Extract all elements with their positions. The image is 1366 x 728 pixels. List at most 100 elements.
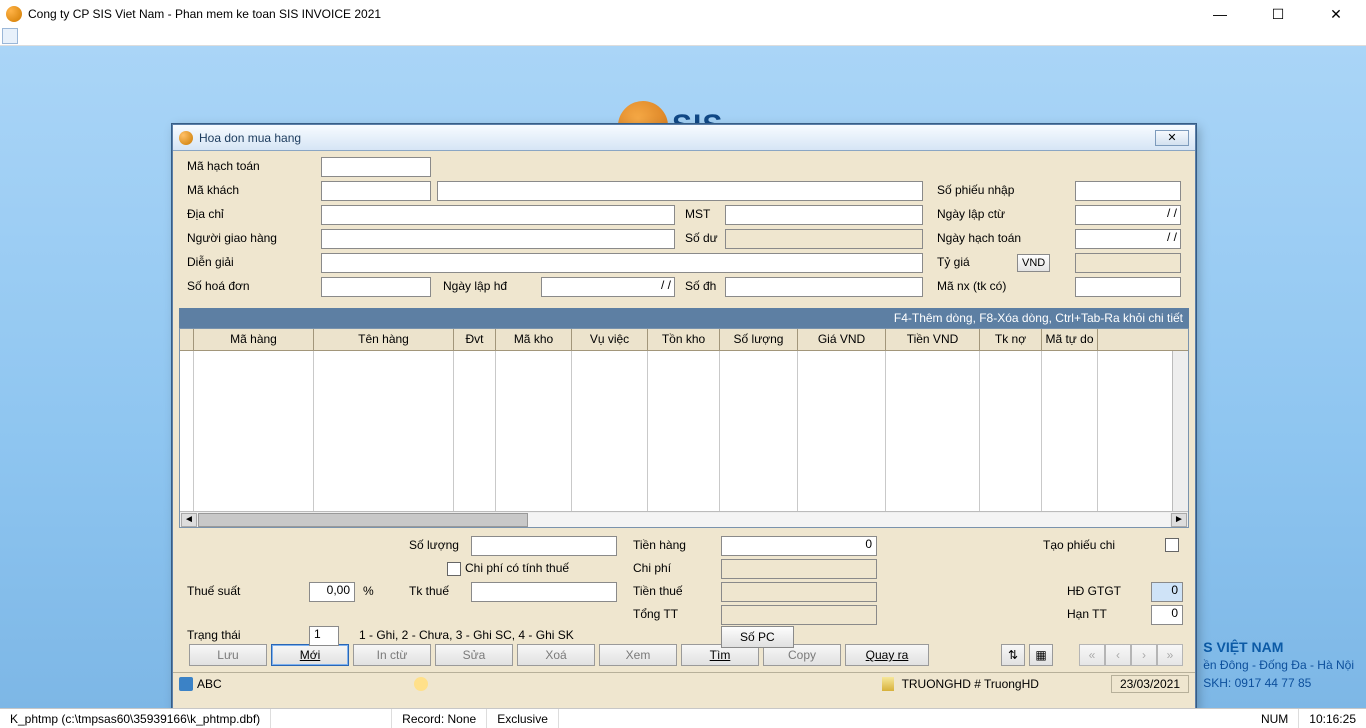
status-date: 23/03/2021	[1111, 675, 1189, 693]
button-xem[interactable]: Xem	[599, 644, 677, 666]
dialog-close-button[interactable]: ✕	[1155, 130, 1189, 146]
hscroll-thumb[interactable]	[198, 513, 528, 527]
label-so-hoa-don: Số hoá đơn	[187, 279, 250, 293]
minimize-button[interactable]: —	[1200, 3, 1240, 25]
grid-horizontal-scrollbar[interactable]: ◄ ►	[180, 511, 1188, 527]
input-dia-chi[interactable]	[321, 205, 675, 225]
nav-last-button[interactable]: »	[1157, 644, 1183, 666]
grid-col-gia-vnd[interactable]: Giá VND	[798, 329, 886, 350]
input-ngay-lap-ctu[interactable]: / /	[1075, 205, 1181, 225]
hscroll-right-button[interactable]: ►	[1171, 513, 1187, 527]
input-ty-gia	[1075, 253, 1181, 273]
grid-vertical-scrollbar[interactable]	[1172, 351, 1188, 511]
label-dien-giai: Diễn giải	[187, 255, 234, 269]
close-button[interactable]: ✕	[1316, 3, 1356, 25]
bg-company-name: S VIỆT NAM	[1203, 638, 1354, 656]
button-org-chart-icon[interactable]: ⇅	[1001, 644, 1025, 666]
input-so-luong-total[interactable]	[471, 536, 617, 556]
input-trang-thai[interactable]: 1	[309, 626, 339, 646]
input-han-tt[interactable]: 0	[1151, 605, 1183, 625]
grid-col-ton-kho[interactable]: Tồn kho	[648, 329, 720, 350]
app-statusbar: K_phtmp (c:\tmpsas60\35939166\k_phtmp.db…	[0, 708, 1366, 728]
button-quay-ra[interactable]: Quay ra	[845, 644, 929, 666]
nav-next-button[interactable]: ›	[1131, 644, 1157, 666]
grid-hint: F4-Thêm dòng, F8-Xóa dòng, Ctrl+Tab-Ra k…	[179, 308, 1189, 328]
grid-col-spacer	[1098, 329, 1172, 350]
header-form: Mã hạch toán Mã khách Địa chỉ MST Người …	[181, 156, 1187, 308]
input-so-phieu-nhap[interactable]	[1075, 181, 1181, 201]
button-sua[interactable]: Sửa	[435, 644, 513, 666]
button-currency[interactable]: VND	[1017, 254, 1050, 272]
dialog-title: Hoa don mua hang	[199, 131, 1155, 145]
button-moi[interactable]: Mới	[271, 644, 349, 666]
input-so-dh[interactable]	[725, 277, 923, 297]
button-grid-icon[interactable]: ▦	[1029, 644, 1053, 666]
button-xoa[interactable]: Xoá	[517, 644, 595, 666]
grid-col-tk-no[interactable]: Tk nợ	[980, 329, 1042, 350]
hscroll-left-button[interactable]: ◄	[181, 513, 197, 527]
hscroll-track[interactable]	[198, 513, 1170, 527]
client-area: SIS S VIỆT NAM ền Đông - Đống Đa - Hà Nộ…	[0, 46, 1366, 708]
input-dien-giai[interactable]	[321, 253, 923, 273]
grid-col-ten-hang[interactable]: Tên hàng	[314, 329, 454, 350]
input-hd-gtgt[interactable]: 0	[1151, 582, 1183, 602]
bg-hotline: SKH: 0917 44 77 85	[1203, 674, 1354, 692]
display-so-du	[725, 229, 923, 249]
label-han-tt: Hạn TT	[1067, 607, 1107, 621]
checkbox-chi-phi-thue[interactable]	[447, 562, 461, 576]
input-ngay-lap-hd[interactable]: / /	[541, 277, 675, 297]
label-ty-gia: Tỷ giá	[937, 255, 970, 269]
label-ngay-lap-ctu: Ngày lập ctừ	[937, 207, 1005, 221]
label-mst: MST	[685, 207, 710, 221]
input-ma-hach-toan[interactable]	[321, 157, 431, 177]
restore-tab[interactable]	[2, 28, 18, 44]
detail-grid[interactable]: Mã hàng Tên hàng Đvt Mã kho Vụ việc Tồn …	[179, 328, 1189, 528]
label-chi-phi: Chi phí	[633, 561, 671, 575]
label-ngay-lap-hd: Ngày lập hđ	[443, 279, 507, 293]
label-trang-thai-note: 1 - Ghi, 2 - Chưa, 3 - Ghi SC, 4 - Ghi S…	[359, 628, 574, 642]
status-file: K_phtmp (c:\tmpsas60\35939166\k_phtmp.db…	[0, 709, 271, 728]
purchase-invoice-dialog: Hoa don mua hang ✕ Mã hạch toán Mã khách…	[172, 124, 1196, 708]
ime-status: ABC	[197, 677, 222, 691]
input-so-hoa-don[interactable]	[321, 277, 431, 297]
titlebar: Cong ty CP SIS Viet Nam - Phan mem ke to…	[0, 0, 1366, 28]
grid-header-scrollbar-corner	[1172, 329, 1188, 350]
input-ma-khach[interactable]	[321, 181, 431, 201]
grid-col-so-luong[interactable]: Số lượng	[720, 329, 798, 350]
help-icon[interactable]	[414, 677, 428, 691]
grid-col-vu-viec[interactable]: Vụ việc	[572, 329, 648, 350]
grid-col-ma-kho[interactable]: Mã kho	[496, 329, 572, 350]
dialog-titlebar[interactable]: Hoa don mua hang ✕	[173, 125, 1195, 151]
grid-body[interactable]	[180, 351, 1188, 511]
button-luu[interactable]: Lưu	[189, 644, 267, 666]
input-tien-hang[interactable]: 0	[721, 536, 877, 556]
label-so-phieu-nhap: Số phiếu nhập	[937, 183, 1014, 197]
label-thue-suat: Thuế suất	[187, 584, 240, 598]
grid-col-tien-vnd[interactable]: Tiền VND	[886, 329, 980, 350]
checkbox-tao-phieu-chi[interactable]	[1165, 538, 1179, 552]
display-tong-tt	[721, 605, 877, 625]
grid-col-dvt[interactable]: Đvt	[454, 329, 496, 350]
input-ten-khach[interactable]	[437, 181, 923, 201]
grid-col-ma-hang[interactable]: Mã hàng	[194, 329, 314, 350]
input-mst[interactable]	[725, 205, 923, 225]
input-ma-nx[interactable]	[1075, 277, 1181, 297]
background-company-info: S VIỆT NAM ền Đông - Đống Đa - Hà Nội SK…	[1203, 638, 1354, 692]
nav-first-button[interactable]: «	[1079, 644, 1105, 666]
label-tao-phieu-chi: Tạo phiếu chi	[1043, 538, 1115, 552]
input-nguoi-giao-hang[interactable]	[321, 229, 675, 249]
dialog-statusbar: ABC TRUONGHD # TruongHD 23/03/2021	[173, 672, 1195, 694]
bg-address: ền Đông - Đống Đa - Hà Nội	[1203, 656, 1354, 674]
input-thue-suat[interactable]: 0,00	[309, 582, 355, 602]
status-time: 10:16:25	[1299, 709, 1366, 728]
button-so-pc[interactable]: Số PC	[721, 626, 794, 648]
ime-icon	[179, 677, 193, 691]
maximize-button[interactable]: ☐	[1258, 3, 1298, 25]
nav-prev-button[interactable]: ‹	[1105, 644, 1131, 666]
app-title: Cong ty CP SIS Viet Nam - Phan mem ke to…	[28, 7, 1200, 21]
input-ngay-hach-toan[interactable]: / /	[1075, 229, 1181, 249]
grid-row-selector-header	[180, 329, 194, 350]
button-in-ctu[interactable]: In ctừ	[353, 644, 431, 666]
input-tk-thue[interactable]	[471, 582, 617, 602]
grid-col-ma-tu-do[interactable]: Mã tự do	[1042, 329, 1098, 350]
